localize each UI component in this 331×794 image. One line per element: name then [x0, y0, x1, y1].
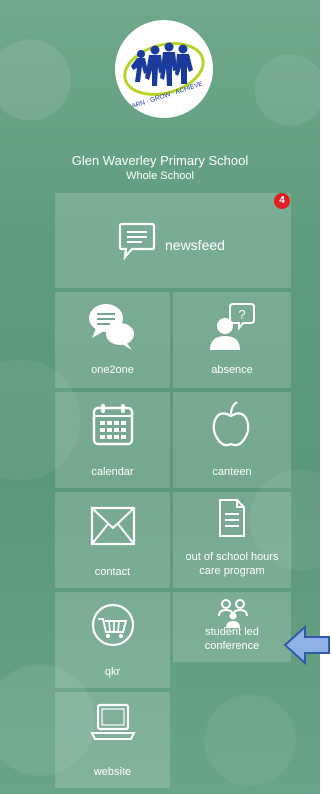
envelope-icon: [90, 506, 136, 546]
shopping-cart-icon: [91, 603, 135, 647]
chat-bubbles-icon: [89, 304, 134, 350]
tile-oshc-label-1: out of school hours: [185, 551, 279, 563]
tile-absence[interactable]: ? absence: [173, 292, 291, 388]
pointer-arrow-icon: [283, 624, 330, 666]
tile-absence-label: absence: [211, 364, 253, 376]
apple-icon: [212, 401, 250, 447]
tile-calendar-label: calendar: [91, 466, 134, 478]
tile-contact-label: contact: [94, 566, 131, 578]
logo-graphic: LEARN · GROW · ACHIEVE: [123, 42, 205, 113]
tile-oshc-label-2: care program: [199, 565, 265, 577]
document-icon: [219, 499, 245, 537]
person-question-icon: ?: [210, 303, 255, 350]
tile-oshc[interactable]: out of school hours care program: [173, 492, 291, 588]
logo-tagline: LEARN · GROW · ACHIEVE: [123, 80, 204, 112]
school-logo: LEARN · GROW · ACHIEVE: [115, 20, 213, 118]
people-icon: [218, 599, 248, 628]
laptop-icon: [90, 703, 136, 740]
newsfeed-label: newsfeed: [165, 237, 225, 253]
app-screen: LEARN · GROW · ACHIEVE Glen Waverley Pri…: [0, 0, 320, 794]
calendar-icon: [92, 404, 134, 446]
tile-canteen-label: canteen: [212, 466, 252, 478]
newsfeed-icon: [118, 222, 156, 261]
tile-canteen[interactable]: canteen: [173, 392, 291, 488]
school-group: Whole School: [126, 170, 194, 182]
tile-website[interactable]: website: [55, 692, 170, 788]
tile-contact[interactable]: contact: [55, 492, 170, 588]
svg-text:?: ?: [238, 307, 245, 322]
tile-slc-label-2: conference: [204, 640, 260, 652]
tile-one2one[interactable]: one2one: [55, 292, 170, 388]
newsfeed-badge: 4: [274, 193, 290, 209]
tile-qkr-label: qkr: [104, 666, 121, 678]
tile-one2one-label: one2one: [91, 364, 134, 376]
tile-student-led-conference[interactable]: student led conference: [173, 592, 291, 662]
tile-slc-label-1: student led: [205, 626, 259, 638]
tile-calendar[interactable]: calendar: [55, 392, 170, 488]
tile-qkr[interactable]: qkr: [55, 592, 170, 688]
school-name: Glen Waverley Primary School: [71, 153, 249, 168]
tile-website-label: website: [93, 766, 132, 778]
